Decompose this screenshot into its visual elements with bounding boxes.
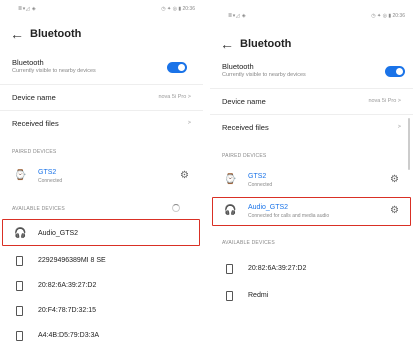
watch-icon: ⌚ <box>224 174 237 185</box>
bluetooth-label: Bluetooth <box>12 58 44 67</box>
device-name-label: Device name <box>12 93 56 102</box>
received-files-label: Received files <box>222 123 269 132</box>
header: ← Bluetooth <box>210 36 413 54</box>
chevron-right-icon: > <box>187 120 191 126</box>
status-bar: ≣▾◿ ◈ ◷ ✦ ◎ ▮ 20:36 <box>210 13 413 23</box>
status-right: ◷ ✦ ◎ ▮ 20:36 <box>161 6 195 12</box>
device-name: 22929496389MI 8 SE <box>38 257 106 264</box>
bluetooth-switch[interactable] <box>167 62 187 73</box>
bluetooth-label: Bluetooth <box>222 62 254 71</box>
available-device-item[interactable]: Redmi <box>210 283 413 309</box>
device-name: GTS2 <box>38 169 57 176</box>
status-left: ≣▾◿ ◈ <box>228 13 247 19</box>
status-left: ≣▾◿ ◈ <box>18 6 37 12</box>
header: ← Bluetooth <box>0 26 203 44</box>
phone-icon <box>14 255 24 267</box>
bluetooth-toggle-row[interactable]: Bluetooth Currently visible to nearby de… <box>0 58 203 82</box>
switch-knob <box>396 68 403 75</box>
scanning-spinner-icon <box>172 204 180 212</box>
received-files-row[interactable]: Received files > <box>0 110 203 136</box>
phone-icon <box>14 330 24 342</box>
received-files-row[interactable]: Received files > <box>210 114 413 140</box>
bluetooth-visibility-text: Currently visible to nearby devices <box>12 68 96 74</box>
chevron-right-icon: > <box>397 124 401 130</box>
device-name: 20:82:6A:39:27:D2 <box>248 265 307 272</box>
scrollbar[interactable] <box>408 118 410 170</box>
status-right: ◷ ✦ ◎ ▮ 20:36 <box>371 13 405 19</box>
bluetooth-switch[interactable] <box>385 66 405 77</box>
phone-icon <box>14 305 24 317</box>
device-name: A4:4B:D5:79:D3:3A <box>38 332 100 339</box>
highlight-box <box>2 219 200 246</box>
available-device-item[interactable]: 20:82:6A:39:27:D2 <box>0 273 203 299</box>
device-status: Connected <box>38 178 63 184</box>
phone-icon <box>224 290 234 302</box>
left-screen: ≣▾◿ ◈ ◷ ✦ ◎ ▮ 20:36 ← Bluetooth Bluetoot… <box>0 0 203 349</box>
device-name-row[interactable]: Device name nova 5i Pro > <box>0 84 203 110</box>
phone-icon <box>224 263 234 275</box>
device-name-label: Device name <box>222 97 266 106</box>
device-name: 20:F4:78:7D:32:15 <box>38 307 96 314</box>
back-arrow-icon[interactable]: ← <box>220 36 234 52</box>
device-name: GTS2 <box>248 173 267 180</box>
available-device-item[interactable]: 20:82:6A:39:27:D2 <box>210 256 413 282</box>
device-name-row[interactable]: Device name nova 5i Pro > <box>210 88 413 114</box>
device-name-value: nova 5i Pro > <box>158 94 191 100</box>
phone-icon <box>14 280 24 292</box>
device-status: Connected <box>248 182 273 188</box>
right-screen: ≣▾◿ ◈ ◷ ✦ ◎ ▮ 20:36 ← Bluetooth Bluetoot… <box>210 0 413 349</box>
paired-device-item[interactable]: ⌚ GTS2 Connected ⚙ <box>0 163 203 189</box>
back-arrow-icon[interactable]: ← <box>10 26 24 42</box>
switch-knob <box>178 64 185 71</box>
paired-devices-header: PAIRED DEVICES <box>222 153 267 159</box>
device-name: Redmi <box>248 292 269 299</box>
available-device-item[interactable]: 22929496389MI 8 SE <box>0 248 203 274</box>
page-title: Bluetooth <box>30 28 82 40</box>
device-name: 20:82:6A:39:27:D2 <box>38 282 97 289</box>
bluetooth-visibility-text: Currently visible to nearby devices <box>222 72 306 78</box>
device-name-value: nova 5i Pro > <box>368 98 401 104</box>
highlight-box <box>212 197 411 226</box>
status-bar: ≣▾◿ ◈ ◷ ✦ ◎ ▮ 20:36 <box>0 6 203 16</box>
paired-device-item[interactable]: ⌚ GTS2 Connected ⚙ <box>210 167 413 193</box>
watch-icon: ⌚ <box>14 170 27 181</box>
bluetooth-toggle-row[interactable]: Bluetooth Currently visible to nearby de… <box>210 62 413 86</box>
received-files-label: Received files <box>12 119 59 128</box>
gear-icon[interactable]: ⚙ <box>180 170 189 181</box>
available-device-item[interactable]: A4:4B:D5:79:D3:3A <box>0 323 203 349</box>
available-device-item[interactable]: 20:F4:78:7D:32:15 <box>0 298 203 324</box>
available-devices-header: AVAILABLE DEVICES <box>222 240 275 246</box>
paired-devices-header: PAIRED DEVICES <box>12 149 57 155</box>
page-title: Bluetooth <box>240 38 292 50</box>
available-devices-header: AVAILABLE DEVICES <box>12 206 65 212</box>
gear-icon[interactable]: ⚙ <box>390 174 399 185</box>
